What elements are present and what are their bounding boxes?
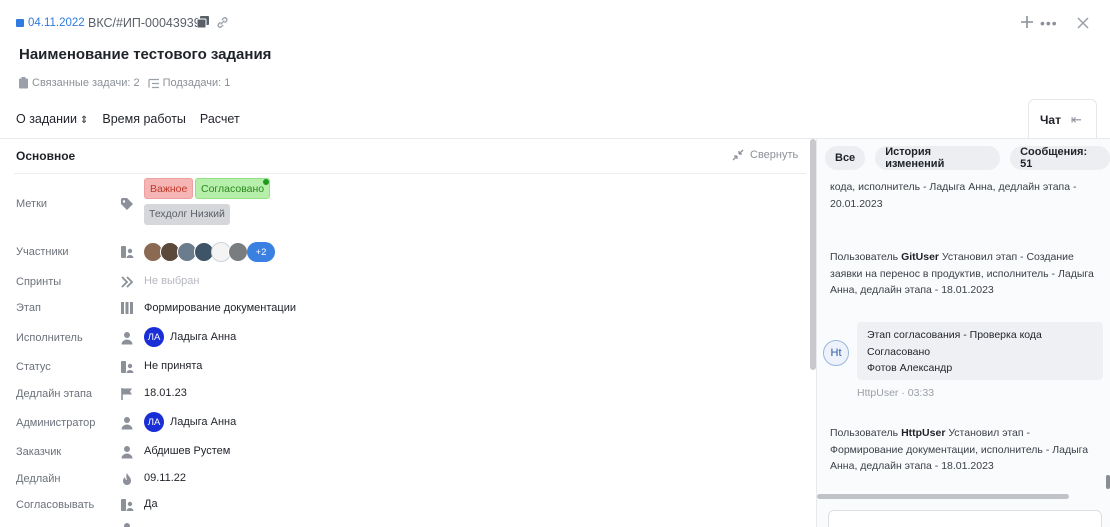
users-icon bbox=[121, 246, 134, 258]
subtasks-icon bbox=[147, 78, 159, 88]
history-entry-user: HttpUser bbox=[901, 427, 946, 439]
field-label-sprints: Спринты bbox=[16, 276, 62, 288]
status-value[interactable]: Не принята bbox=[144, 360, 202, 372]
sort-chevron-icon: ⇕ bbox=[80, 115, 89, 126]
admin-value[interactable]: ЛА Ладыга Анна bbox=[144, 412, 236, 432]
link-icon[interactable] bbox=[216, 16, 229, 29]
tag-important[interactable]: Важное bbox=[144, 178, 194, 199]
calendar-icon bbox=[16, 19, 24, 27]
avatar: Ht bbox=[823, 340, 849, 366]
collapse-section-button[interactable]: Свернуть bbox=[732, 149, 798, 161]
field-label-stage: Этап bbox=[16, 302, 41, 314]
double-chevron-right-icon bbox=[121, 276, 134, 288]
task-details-panel: Основное Свернуть Метки Важное Согласова… bbox=[0, 139, 816, 527]
task-date: 04.11.2022 bbox=[16, 17, 85, 29]
field-label-executor: Исполнитель bbox=[16, 332, 83, 344]
customer-value[interactable]: Абдишев Рустем bbox=[144, 445, 230, 457]
status-dot bbox=[263, 179, 269, 185]
person-icon bbox=[121, 446, 133, 459]
message-input[interactable] bbox=[828, 510, 1102, 527]
task-id: ВКС/#ИП-00043939 bbox=[88, 16, 201, 30]
person-icon bbox=[124, 523, 130, 527]
related-tasks-link[interactable]: Связанные задачи: 2 bbox=[32, 77, 140, 89]
filter-messages[interactable]: Сообщения: 51 bbox=[1010, 146, 1110, 170]
field-label-admin: Администратор bbox=[16, 417, 96, 429]
tab-about[interactable]: О задании ⇕ bbox=[16, 112, 88, 126]
copy-icon[interactable] bbox=[197, 16, 209, 28]
history-entry: кода, исполнитель - Ладыга Анна, дедлайн… bbox=[830, 181, 1077, 210]
avatar[interactable] bbox=[228, 242, 248, 262]
history-entry: Пользователь GitUser Установил этап - Со… bbox=[830, 249, 1098, 299]
filter-all[interactable]: Все bbox=[825, 146, 866, 170]
section-title: Основное bbox=[16, 149, 76, 163]
tab-chat[interactable]: Чат ⇤ bbox=[1028, 99, 1097, 139]
history-entry-prefix: Пользователь bbox=[830, 251, 899, 263]
history-entry-prefix: Пользователь bbox=[830, 427, 899, 439]
tag-approved[interactable]: Согласовано bbox=[195, 178, 271, 199]
collapse-label: Свернуть bbox=[750, 149, 799, 161]
divider bbox=[14, 173, 806, 174]
columns-icon bbox=[121, 302, 133, 314]
horizontal-scrollbar[interactable] bbox=[817, 494, 1069, 499]
more-icon[interactable]: ••• bbox=[1040, 16, 1058, 30]
person-icon bbox=[121, 417, 133, 430]
tag-icon bbox=[121, 198, 133, 210]
field-label-stage-deadline: Дедлайн этапа bbox=[16, 388, 93, 400]
filter-history[interactable]: История изменений bbox=[875, 146, 1001, 170]
chat-filters: Все История изменений Сообщения: 51 bbox=[825, 146, 1110, 170]
stage-deadline-value[interactable]: 18.01.23 bbox=[144, 387, 187, 399]
avatar: ЛА bbox=[144, 412, 164, 432]
executor-value[interactable]: ЛА Ладыга Анна bbox=[144, 327, 236, 347]
avatar: ЛА bbox=[144, 327, 164, 347]
scrollbar[interactable] bbox=[1106, 475, 1110, 489]
more-participants-badge[interactable]: +2 bbox=[247, 242, 275, 262]
task-date-text: 04.11.2022 bbox=[28, 17, 85, 29]
sprints-value[interactable]: Не выбран bbox=[144, 275, 199, 287]
participants-avatars[interactable]: +2 bbox=[143, 242, 275, 262]
page-title: Наименование тестового задания bbox=[19, 46, 272, 63]
tab-calculation[interactable]: Расчет bbox=[200, 112, 240, 126]
history-entry: Пользователь HttpUser Установил этап - Ф… bbox=[830, 425, 1098, 475]
task-tabs: О задании ⇕ Время работы Расчет bbox=[16, 112, 254, 126]
task-header: 04.11.2022 ВКС/#ИП-00043939 ••• bbox=[0, 0, 1110, 46]
admin-name: Ладыга Анна bbox=[170, 416, 237, 428]
fire-icon bbox=[123, 473, 131, 485]
collapse-chat-icon[interactable]: ⇤ bbox=[1071, 112, 1082, 128]
field-label-status: Статус bbox=[16, 361, 51, 373]
field-label-tags: Метки bbox=[16, 198, 48, 210]
subtasks-link[interactable]: Подзадачи: 1 bbox=[163, 77, 231, 89]
tab-chat-label: Чат bbox=[1040, 112, 1061, 127]
task-relations: Связанные задачи: 2 Подзадачи: 1 bbox=[18, 77, 230, 89]
person-icon bbox=[121, 332, 133, 345]
executor-name: Ладыга Анна bbox=[170, 331, 237, 343]
message-line: Этап согласования - Проверка кода bbox=[867, 329, 1042, 341]
status-icon bbox=[121, 361, 134, 373]
status-icon bbox=[121, 499, 134, 511]
deadline-value[interactable]: 09.11.22 bbox=[144, 472, 186, 484]
plus-icon[interactable] bbox=[1019, 14, 1035, 30]
chat-message: Этап согласования - Проверка кода Соглас… bbox=[857, 322, 1103, 380]
approve-value[interactable]: Да bbox=[144, 498, 158, 510]
sprints-value-text: Не выбран bbox=[144, 275, 200, 287]
shrink-icon bbox=[732, 149, 744, 161]
history-entry-user: GitUser bbox=[901, 251, 939, 263]
close-icon[interactable] bbox=[1076, 16, 1090, 30]
message-line: Фотов Александр bbox=[867, 362, 953, 374]
field-label-approve: Согласовывать bbox=[16, 499, 95, 511]
stage-value[interactable]: Формирование документации bbox=[144, 302, 296, 314]
tab-about-label: О задании bbox=[16, 112, 77, 126]
flag-icon bbox=[121, 388, 132, 400]
clipboard-icon bbox=[19, 77, 28, 89]
tag-tech-debt[interactable]: Техдолг Низкий bbox=[144, 204, 230, 225]
chat-panel: Все История изменений Сообщения: 51 кода… bbox=[817, 139, 1110, 527]
field-label-deadline: Дедлайн bbox=[16, 473, 61, 485]
field-label-participants: Участники bbox=[16, 246, 69, 258]
message-meta: HttpUser · 03:33 bbox=[857, 387, 935, 399]
field-label-customer: Заказчик bbox=[16, 446, 62, 458]
tab-work-time[interactable]: Время работы bbox=[102, 112, 186, 126]
message-line: Согласовано bbox=[867, 345, 931, 358]
